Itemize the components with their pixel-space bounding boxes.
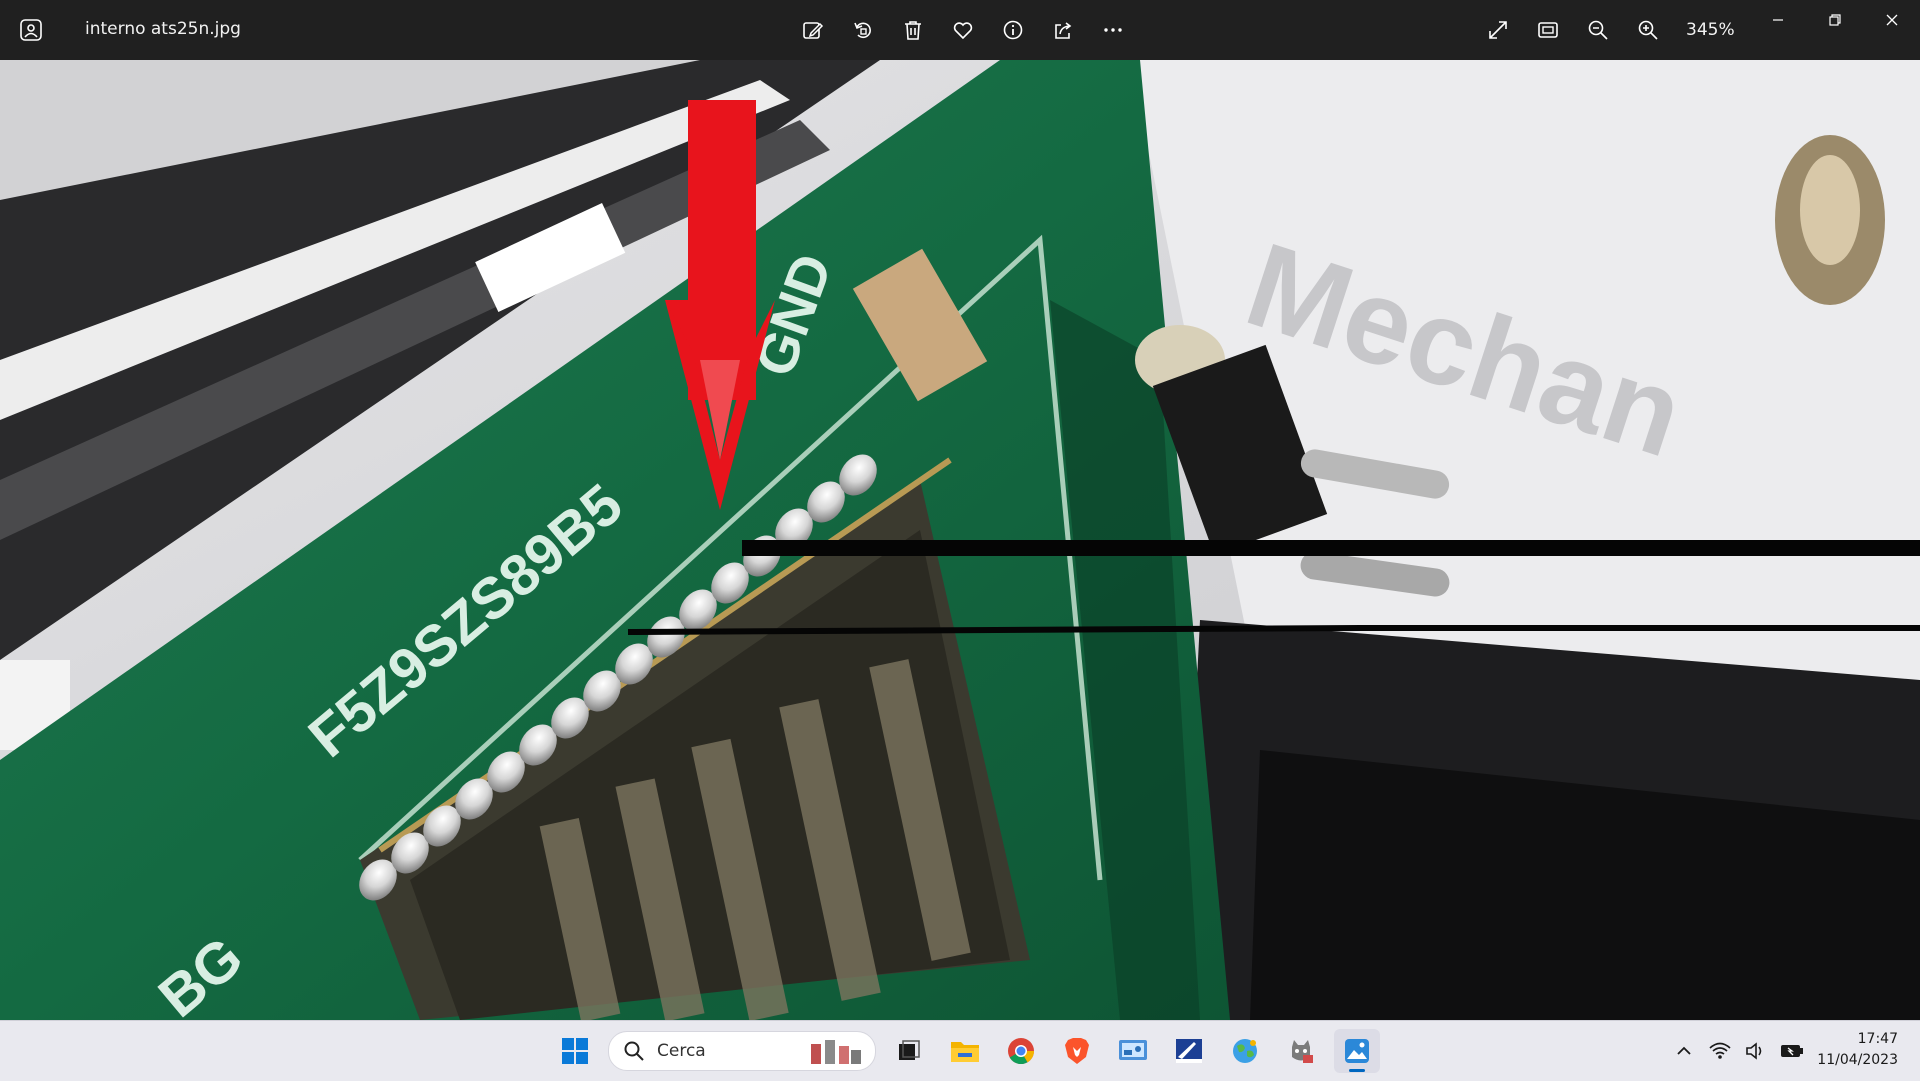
- more-button[interactable]: [1095, 12, 1131, 48]
- system-tray: [1672, 1031, 1804, 1071]
- edit-button[interactable]: [795, 12, 831, 48]
- circuit-board-photo: Mechan F5Z9SZS89B5 BG GND: [0, 60, 1920, 1020]
- network-button[interactable]: [1708, 1039, 1732, 1063]
- task-view-icon: [899, 1040, 920, 1060]
- info-icon: [1003, 20, 1023, 40]
- zoom-level[interactable]: 345%: [1686, 20, 1735, 40]
- battery-button[interactable]: [1780, 1039, 1804, 1063]
- restore-button[interactable]: [1806, 0, 1863, 40]
- start-icon: [562, 1038, 588, 1064]
- image-toolbar: [795, 12, 1131, 48]
- globe-app-icon: [1233, 1039, 1257, 1063]
- zoom-in-button[interactable]: [1630, 12, 1666, 48]
- close-button[interactable]: [1863, 0, 1920, 40]
- task-view-button[interactable]: [886, 1029, 932, 1073]
- share-button[interactable]: [1045, 12, 1081, 48]
- delete-button[interactable]: [895, 12, 931, 48]
- brave-button[interactable]: [1054, 1029, 1100, 1073]
- restore-icon: [1828, 14, 1841, 26]
- info-button[interactable]: [995, 12, 1031, 48]
- photos-taskbar-icon: [1345, 1039, 1369, 1063]
- fullscreen-button[interactable]: [1480, 12, 1516, 48]
- more-icon: [1104, 28, 1122, 32]
- close-icon: [1886, 14, 1897, 26]
- show-hidden-icons-button[interactable]: [1672, 1039, 1696, 1063]
- wifi-icon: [1709, 1042, 1731, 1059]
- file-explorer-icon: [951, 1042, 979, 1062]
- rotate-button[interactable]: [845, 12, 881, 48]
- setup-icon: [1176, 1039, 1202, 1063]
- photos-app-icon: [20, 19, 42, 41]
- battery-icon: [1781, 1045, 1803, 1057]
- delete-icon: [905, 21, 921, 40]
- start-button[interactable]: [552, 1029, 598, 1073]
- cat-app-button[interactable]: [1278, 1029, 1324, 1073]
- file-name: interno ats25n.jpg: [85, 19, 241, 39]
- fit-to-window-button[interactable]: [1530, 12, 1566, 48]
- chevron-up-icon: [1677, 1046, 1691, 1055]
- file-explorer-button[interactable]: [942, 1029, 988, 1073]
- zoom-out-icon: [1588, 20, 1608, 40]
- search-icon: [624, 1041, 644, 1061]
- control-panel-button[interactable]: [1110, 1029, 1156, 1073]
- chrome-button[interactable]: [998, 1029, 1044, 1073]
- view-tools: 345%: [1480, 12, 1735, 48]
- setup-button[interactable]: [1166, 1029, 1212, 1073]
- brave-icon: [1065, 1038, 1089, 1064]
- favorite-button[interactable]: [945, 12, 981, 48]
- volume-icon: [1746, 1042, 1762, 1060]
- chrome-icon: [1008, 1038, 1035, 1065]
- share-icon: [1055, 22, 1072, 39]
- taskbar: Cerca 17:47 11/04/2023: [0, 1020, 1920, 1081]
- minimize-icon: [1772, 19, 1783, 21]
- taskbar-clock[interactable]: 17:47 11/04/2023: [1817, 1029, 1898, 1071]
- zoom-out-button[interactable]: [1580, 12, 1616, 48]
- edit-icon: [803, 22, 824, 39]
- clock-date: 11/04/2023: [1817, 1052, 1898, 1068]
- fit-to-window-icon: [1538, 22, 1558, 38]
- photo-viewport[interactable]: Mechan F5Z9SZS89B5 BG GND: [0, 60, 1920, 1020]
- cat-app-icon: [1292, 1040, 1313, 1063]
- volume-button[interactable]: [1744, 1039, 1768, 1063]
- title-bar: interno ats25n.jpg 345%: [0, 0, 1920, 60]
- favorite-icon: [953, 22, 973, 40]
- search-placeholder: Cerca: [657, 1041, 706, 1061]
- globe-app-button[interactable]: [1222, 1029, 1268, 1073]
- rotate-icon: [854, 22, 871, 39]
- window-controls: [1749, 0, 1920, 40]
- fullscreen-icon: [1489, 21, 1507, 39]
- taskbar-apps: Cerca: [552, 1029, 1380, 1073]
- search-highlight-icon: [811, 1040, 861, 1064]
- zoom-in-icon: [1638, 20, 1658, 40]
- control-panel-icon: [1119, 1040, 1147, 1060]
- clock-time: 17:47: [1857, 1031, 1898, 1047]
- photos-app-button[interactable]: [1334, 1029, 1380, 1073]
- taskbar-search[interactable]: Cerca: [608, 1031, 876, 1071]
- minimize-button[interactable]: [1749, 0, 1806, 40]
